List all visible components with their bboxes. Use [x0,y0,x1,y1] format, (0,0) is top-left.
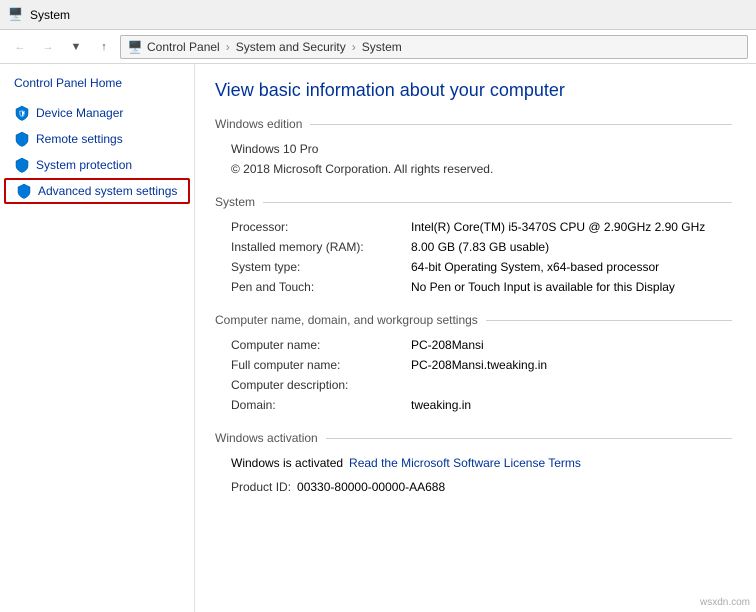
address-bar: ← → ▼ ↑ 🖥️ Control Panel › System and Se… [0,30,756,64]
windows-edition-section: Windows edition Windows 10 Pro © 2018 Mi… [215,117,732,179]
product-id-row: Product ID: 00330-80000-00000-AA688 [231,477,732,497]
domain-row: Domain: tweaking.in [231,395,732,415]
computer-name-section: Computer name, domain, and workgroup set… [215,313,732,415]
breadcrumb-item-3: System [362,40,402,54]
computer-name-label: Computer name: [231,338,411,352]
title-bar: 🖥️ System [0,0,756,30]
back-button[interactable]: ← [8,35,32,59]
title-bar-text: System [30,8,70,22]
content-area: View basic information about your comput… [195,64,756,612]
computer-description-value [411,378,732,392]
computer-icon: 🖥️ [127,39,143,55]
breadcrumb-item-1: Control Panel [147,40,220,54]
system-type-row: System type: 64-bit Operating System, x6… [231,257,732,277]
pen-touch-value: No Pen or Touch Input is available for t… [411,280,732,294]
watermark: wsxdn.com [700,597,750,608]
svg-text:🛡: 🛡 [18,110,27,118]
sidebar-item-system-protection[interactable]: System protection [0,152,194,178]
system-section: System Processor: Intel(R) Core(TM) i5-3… [215,195,732,297]
ram-value: 8.00 GB (7.83 GB usable) [411,240,732,254]
system-type-value: 64-bit Operating System, x64-based proce… [411,260,732,274]
sidebar-item-advanced-system-settings[interactable]: Advanced system settings [4,178,190,204]
sidebar: Control Panel Home 🛡 Device Manager Remo… [0,64,195,612]
processor-label: Processor: [231,220,411,234]
breadcrumb-sep-1: › [226,40,230,54]
shield-icon-1: 🛡 [14,105,30,121]
computer-description-label: Computer description: [231,378,411,392]
product-id-value: 00330-80000-00000-AA688 [297,480,732,494]
system-header: System [215,195,732,209]
windows-activation-content: Windows is activated Read the Microsoft … [215,453,732,497]
breadcrumb-sep-2: › [352,40,356,54]
full-computer-name-row: Full computer name: PC-208Mansi.tweaking… [231,355,732,375]
page-title: View basic information about your comput… [215,80,732,101]
windows-edition-value: Windows 10 Pro [231,139,732,159]
processor-row: Processor: Intel(R) Core(TM) i5-3470S CP… [231,217,732,237]
sidebar-item-remote-settings-label: Remote settings [36,132,123,146]
ram-label: Installed memory (RAM): [231,240,411,254]
main-layout: Control Panel Home 🛡 Device Manager Remo… [0,64,756,612]
recent-button[interactable]: ▼ [64,35,88,59]
windows-edition-header: Windows edition [215,117,732,131]
title-bar-icon: 🖥️ [8,7,24,23]
system-type-label: System type: [231,260,411,274]
shield-icon-2 [14,131,30,147]
domain-label: Domain: [231,398,411,412]
system-content: Processor: Intel(R) Core(TM) i5-3470S CP… [215,217,732,297]
computer-name-value: PC-208Mansi [411,338,732,352]
computer-name-header: Computer name, domain, and workgroup set… [215,313,732,327]
computer-name-content: Computer name: PC-208Mansi Full computer… [215,335,732,415]
pen-touch-row: Pen and Touch: No Pen or Touch Input is … [231,277,732,297]
ram-row: Installed memory (RAM): 8.00 GB (7.83 GB… [231,237,732,257]
sidebar-item-remote-settings[interactable]: Remote settings [0,126,194,152]
activation-link[interactable]: Read the Microsoft Software License Term… [349,456,732,470]
sidebar-item-device-manager-label: Device Manager [36,106,123,120]
windows-activation-section: Windows activation Windows is activated … [215,431,732,497]
processor-value: Intel(R) Core(TM) i5-3470S CPU @ 2.90GHz… [411,220,732,234]
computer-description-row: Computer description: [231,375,732,395]
sidebar-home[interactable]: Control Panel Home [0,76,194,100]
address-box[interactable]: 🖥️ Control Panel › System and Security ›… [120,35,748,59]
sidebar-item-device-manager[interactable]: 🛡 Device Manager [0,100,194,126]
shield-icon-3 [14,157,30,173]
forward-button[interactable]: → [36,35,60,59]
activation-row: Windows is activated Read the Microsoft … [231,453,732,473]
computer-name-row: Computer name: PC-208Mansi [231,335,732,355]
shield-icon-4 [16,183,32,199]
windows-edition-content: Windows 10 Pro © 2018 Microsoft Corporat… [215,139,732,179]
pen-touch-label: Pen and Touch: [231,280,411,294]
windows-edition-copyright: © 2018 Microsoft Corporation. All rights… [231,159,732,179]
breadcrumb-item-2: System and Security [236,40,346,54]
full-computer-name-value: PC-208Mansi.tweaking.in [411,358,732,372]
sidebar-item-system-protection-label: System protection [36,158,132,172]
sidebar-item-advanced-system-settings-label: Advanced system settings [38,184,177,198]
product-id-label: Product ID: [231,480,291,494]
activation-text: Windows is activated [231,456,343,470]
full-computer-name-label: Full computer name: [231,358,411,372]
up-button[interactable]: ↑ [92,35,116,59]
domain-value: tweaking.in [411,398,732,412]
windows-activation-header: Windows activation [215,431,732,445]
